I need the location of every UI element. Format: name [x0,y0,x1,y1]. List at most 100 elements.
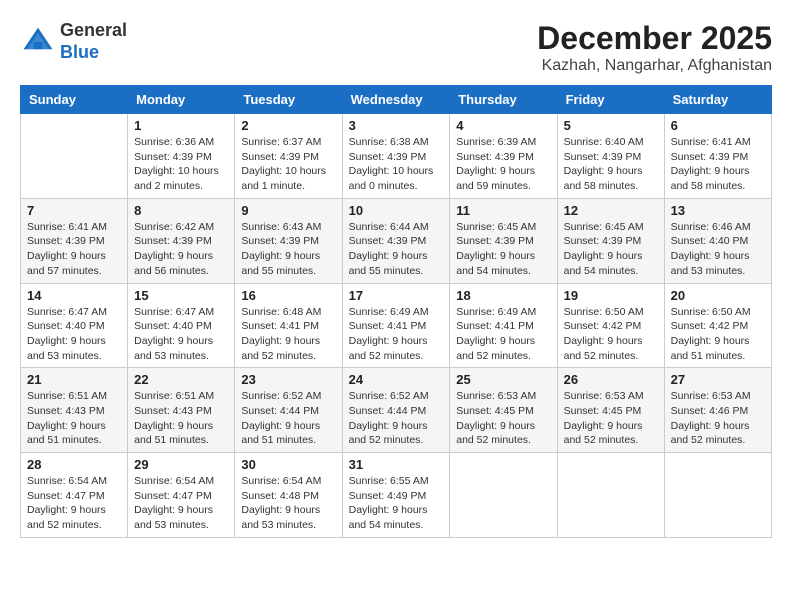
day-number: 12 [564,203,658,218]
day-info: Sunrise: 6:53 AMSunset: 4:46 PMDaylight:… [671,389,765,448]
day-number: 29 [134,457,228,472]
calendar-cell: 6Sunrise: 6:41 AMSunset: 4:39 PMDaylight… [664,114,771,199]
calendar-cell: 14 Sunrise: 6:47 AMSunset: 4:40 PMDayligh… [21,283,128,368]
calendar-cell: 28 Sunrise: 6:54 AMSunset: 4:47 PMDayligh… [21,453,128,538]
day-info: Sunrise: 6:53 AMSunset: 4:45 PMDaylight:… [564,389,658,448]
calendar-cell: 3Sunrise: 6:38 AMSunset: 4:39 PMDaylight… [342,114,450,199]
calendar-header-monday: Monday [128,86,235,114]
day-number: 23 [241,372,335,387]
calendar-cell: 8Sunrise: 6:42 AMSunset: 4:39 PMDaylight… [128,198,235,283]
day-number: 20 [671,288,765,303]
day-info: Sunrise: 6:50 AMSunset: 4:42 PMDaylight:… [564,305,658,364]
calendar-cell: 13 Sunrise: 6:46 AMSunset: 4:40 PMDayligh… [664,198,771,283]
calendar-header-tuesday: Tuesday [235,86,342,114]
calendar-header-thursday: Thursday [450,86,557,114]
day-info: Sunrise: 6:52 AMSunset: 4:44 PMDaylight:… [241,389,335,448]
calendar-week-row: 1 Sunrise: 6:36 AMSunset: 4:39 PMDaylight… [21,114,772,199]
day-number: 15 [134,288,228,303]
day-info: Sunrise: 6:47 AMSunset: 4:40 PMDaylight:… [27,305,121,364]
day-number: 21 [27,372,121,387]
day-number: 24 [349,372,444,387]
calendar-cell: 1 Sunrise: 6:36 AMSunset: 4:39 PMDaylight… [128,114,235,199]
page-header: General Blue December 2025 Kazhah, Nanga… [20,20,772,75]
day-info: Sunrise: 6:40 AMSunset: 4:39 PMDaylight:… [564,135,658,194]
day-info: Sunrise: 6:39 AMSunset: 4:39 PMDaylight:… [456,135,550,194]
day-number: 14 [27,288,121,303]
calendar-week-row: 21 Sunrise: 6:51 AMSunset: 4:43 PMDayligh… [21,368,772,453]
day-info: Sunrise: 6:55 AMSunset: 4:49 PMDaylight:… [349,474,444,533]
logo: General Blue [20,20,127,63]
day-info: Sunrise: 6:53 AMSunset: 4:45 PMDaylight:… [456,389,550,448]
calendar-cell: 19 Sunrise: 6:50 AMSunset: 4:42 PMDayligh… [557,283,664,368]
calendar-cell: 2Sunrise: 6:37 AMSunset: 4:39 PMDaylight… [235,114,342,199]
calendar-table: SundayMondayTuesdayWednesdayThursdayFrid… [20,85,772,538]
calendar-cell: 9Sunrise: 6:43 AMSunset: 4:39 PMDaylight… [235,198,342,283]
day-info: Sunrise: 6:46 AMSunset: 4:40 PMDaylight:… [671,220,765,279]
calendar-header-friday: Friday [557,86,664,114]
calendar-week-row: 28 Sunrise: 6:54 AMSunset: 4:47 PMDayligh… [21,453,772,538]
day-number: 28 [27,457,121,472]
calendar-header-row: SundayMondayTuesdayWednesdayThursdayFrid… [21,86,772,114]
title-area: December 2025 Kazhah, Nangarhar, Afghani… [537,20,772,75]
day-number: 7 [27,203,121,218]
day-number: 13 [671,203,765,218]
calendar-cell: 24 Sunrise: 6:52 AMSunset: 4:44 PMDayligh… [342,368,450,453]
day-info: Sunrise: 6:54 AMSunset: 4:47 PMDaylight:… [134,474,228,533]
day-number: 19 [564,288,658,303]
day-info: Sunrise: 6:45 AMSunset: 4:39 PMDaylight:… [456,220,550,279]
day-number: 17 [349,288,444,303]
calendar-cell: 16Sunrise: 6:48 AMSunset: 4:41 PMDayligh… [235,283,342,368]
day-number: 31 [349,457,444,472]
day-info: Sunrise: 6:51 AMSunset: 4:43 PMDaylight:… [27,389,121,448]
day-number: 27 [671,372,765,387]
calendar-cell: 15 Sunrise: 6:47 AMSunset: 4:40 PMDayligh… [128,283,235,368]
calendar-cell [557,453,664,538]
day-number: 25 [456,372,550,387]
day-number: 10 [349,203,444,218]
calendar-week-row: 14 Sunrise: 6:47 AMSunset: 4:40 PMDayligh… [21,283,772,368]
day-info: Sunrise: 6:49 AMSunset: 4:41 PMDaylight:… [456,305,550,364]
day-number: 6 [671,118,765,133]
day-number: 26 [564,372,658,387]
calendar-header-wednesday: Wednesday [342,86,450,114]
day-number: 3 [349,118,444,133]
day-number: 5 [564,118,658,133]
calendar-cell: 12 Sunrise: 6:45 AMSunset: 4:39 PMDayligh… [557,198,664,283]
calendar-cell: 5 Sunrise: 6:40 AMSunset: 4:39 PMDaylight… [557,114,664,199]
day-info: Sunrise: 6:36 AMSunset: 4:39 PMDaylight:… [134,135,228,194]
day-info: Sunrise: 6:45 AMSunset: 4:39 PMDaylight:… [564,220,658,279]
logo-text: General Blue [60,20,127,63]
calendar-header-sunday: Sunday [21,86,128,114]
calendar-cell [664,453,771,538]
day-info: Sunrise: 6:37 AMSunset: 4:39 PMDaylight:… [241,135,335,194]
calendar-cell: 4 Sunrise: 6:39 AMSunset: 4:39 PMDaylight… [450,114,557,199]
calendar-cell: 21 Sunrise: 6:51 AMSunset: 4:43 PMDayligh… [21,368,128,453]
calendar-cell: 17 Sunrise: 6:49 AMSunset: 4:41 PMDayligh… [342,283,450,368]
day-info: Sunrise: 6:48 AMSunset: 4:41 PMDaylight:… [241,305,335,364]
day-info: Sunrise: 6:54 AMSunset: 4:47 PMDaylight:… [27,474,121,533]
day-number: 30 [241,457,335,472]
day-number: 22 [134,372,228,387]
day-info: Sunrise: 6:54 AMSunset: 4:48 PMDaylight:… [241,474,335,533]
calendar-cell: 11 Sunrise: 6:45 AMSunset: 4:39 PMDayligh… [450,198,557,283]
day-info: Sunrise: 6:47 AMSunset: 4:40 PMDaylight:… [134,305,228,364]
calendar-cell [21,114,128,199]
calendar-cell: 7 Sunrise: 6:41 AMSunset: 4:39 PMDaylight… [21,198,128,283]
day-number: 18 [456,288,550,303]
day-number: 1 [134,118,228,133]
day-info: Sunrise: 6:51 AMSunset: 4:43 PMDaylight:… [134,389,228,448]
calendar-cell: 10 Sunrise: 6:44 AMSunset: 4:39 PMDayligh… [342,198,450,283]
calendar-cell: 22 Sunrise: 6:51 AMSunset: 4:43 PMDayligh… [128,368,235,453]
calendar-cell: 20Sunrise: 6:50 AMSunset: 4:42 PMDayligh… [664,283,771,368]
logo-icon [20,24,56,60]
calendar-cell: 30 Sunrise: 6:54 AMSunset: 4:48 PMDayligh… [235,453,342,538]
day-number: 11 [456,203,550,218]
day-number: 4 [456,118,550,133]
day-info: Sunrise: 6:49 AMSunset: 4:41 PMDaylight:… [349,305,444,364]
calendar-cell: 27 Sunrise: 6:53 AMSunset: 4:46 PMDayligh… [664,368,771,453]
day-info: Sunrise: 6:41 AMSunset: 4:39 PMDaylight:… [27,220,121,279]
day-info: Sunrise: 6:52 AMSunset: 4:44 PMDaylight:… [349,389,444,448]
calendar-week-row: 7 Sunrise: 6:41 AMSunset: 4:39 PMDaylight… [21,198,772,283]
month-title: December 2025 [537,20,772,57]
day-info: Sunrise: 6:44 AMSunset: 4:39 PMDaylight:… [349,220,444,279]
